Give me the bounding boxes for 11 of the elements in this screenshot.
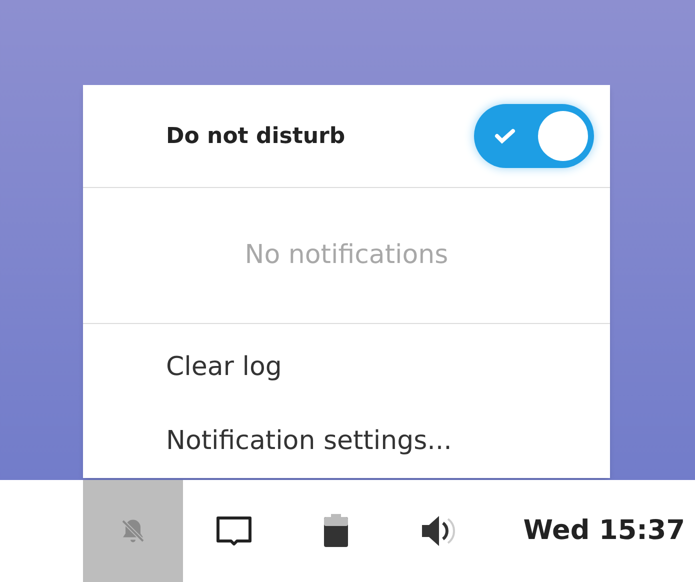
empty-message: No notifications <box>244 239 448 272</box>
check-icon <box>494 128 516 144</box>
do-not-disturb-label: Do not disturb <box>166 122 346 150</box>
speaker-icon <box>419 513 457 549</box>
menu-item[interactable]: Notification settings... <box>83 404 610 478</box>
battery-icon <box>322 513 350 549</box>
menu-item[interactable]: Clear log <box>83 330 610 404</box>
clock[interactable]: Wed 15:37 <box>523 510 685 552</box>
do-not-disturb-switch[interactable] <box>474 104 594 168</box>
monitor-icon <box>215 515 253 547</box>
switch-thumb <box>538 111 588 161</box>
